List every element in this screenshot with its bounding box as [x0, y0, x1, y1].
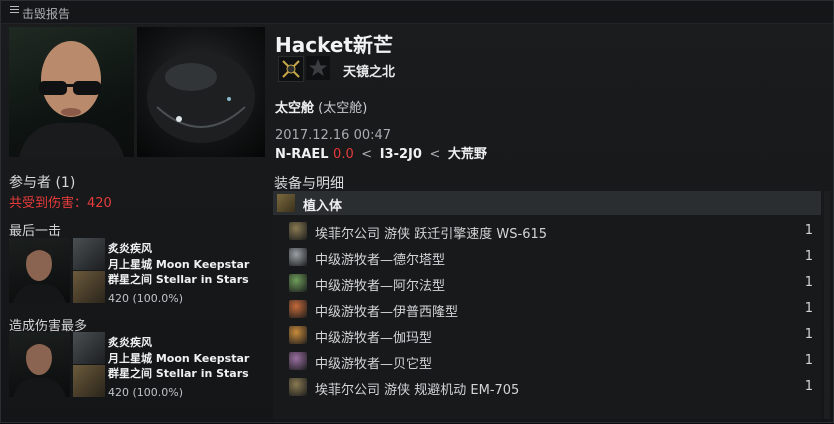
victim-name[interactable]: Hacket新芒 [275, 29, 393, 58]
fitting-item-name: 中级游牧者—德尔塔型 [315, 253, 446, 268]
kill-datetime: 2017.12.16 00:47 [275, 128, 392, 143]
ship-type: (太空舱) [318, 101, 368, 116]
fitting-item-row[interactable]: 中级游牧者—德尔塔型 1 [273, 244, 821, 270]
fitting-item-name: 中级游牧者—贝它型 [315, 357, 433, 372]
attacker-ship-icon[interactable] [73, 238, 105, 270]
fitting-item-qty: 1 [804, 379, 813, 394]
damage-taken: 共受到伤害：420 [9, 196, 112, 211]
fitting-item-row[interactable]: 埃菲尔公司 游侠 规避机动 EM-705 1 [273, 374, 821, 400]
fittings-list: 植入体 埃菲尔公司 游侠 跃迁引擎速度 WS-615 1 中级游牧者—德尔塔型 1 中级… [273, 191, 821, 419]
killmail-window: 击毁报告 Hacket新芒 天镜之北 太空舱 (太空舱) 2017.12.16 … [0, 0, 834, 423]
final-blow-label: 最后一击 [9, 224, 62, 239]
fitting-item-icon [289, 300, 307, 318]
participants-label: 参与者 (1) [9, 175, 76, 191]
fitting-item-qty: 1 [804, 353, 813, 368]
victim-ship-image[interactable] [137, 27, 265, 157]
kill-location: N-RAEL 0.0 < I3-2J0 < 大荒野 [275, 143, 487, 162]
implants-group-header[interactable]: 植入体 [273, 191, 821, 215]
fitting-item-row[interactable]: 埃菲尔公司 游侠 跃迁引擎速度 WS-615 1 [273, 218, 821, 244]
fitting-item-icon [289, 222, 307, 240]
fitting-item-name: 埃菲尔公司 游侠 规避机动 EM-705 [315, 383, 520, 398]
victim-ship[interactable]: 太空舱 (太空舱) [275, 97, 367, 116]
fitting-item-name: 埃菲尔公司 游侠 跃迁引擎速度 WS-615 [315, 227, 548, 242]
fitting-item-icon [289, 248, 307, 266]
attacker-corp[interactable]: 月上星城 Moon Keepstar [108, 350, 249, 366]
attacker-alliance[interactable]: 群星之间 Stellar in Stars [108, 271, 249, 287]
participants-panel: 参与者 (1) 共受到伤害：420 最后一击 炙炎疾风 月上星城 Moon Ke… [1, 163, 269, 424]
corporation-logo[interactable] [278, 56, 304, 82]
attacker-damage: 420 (100.0%) [108, 386, 184, 399]
attacker-alliance[interactable]: 群星之间 Stellar in Stars [108, 365, 249, 381]
implant-group-icon [277, 194, 295, 212]
attacker-name[interactable]: 炙炎疾风 [108, 240, 152, 256]
region-name[interactable]: 大荒野 [448, 147, 487, 162]
final-blow-attacker[interactable]: 炙炎疾风 月上星城 Moon Keepstar 群星之间 Stellar in … [9, 238, 267, 305]
group-label: 植入体 [303, 199, 343, 214]
constellation-name[interactable]: I3-2J0 [380, 147, 422, 162]
fitting-item-icon [289, 378, 307, 396]
fitting-item-qty: 1 [804, 327, 813, 342]
attacker-portrait[interactable] [9, 238, 70, 303]
system-name[interactable]: N-RAEL [275, 147, 329, 162]
fitting-item-row[interactable]: 中级游牧者—阿尔法型 1 [273, 270, 821, 296]
fitting-item-name: 中级游牧者—阿尔法型 [315, 279, 446, 294]
title-bar: 击毁报告 [1, 1, 833, 24]
fitting-item-row[interactable]: 中级游牧者—伊普西隆型 1 [273, 296, 821, 322]
location-separator: < [361, 147, 373, 162]
alliance-logo[interactable] [306, 56, 330, 80]
fitting-item-icon [289, 352, 307, 370]
ship-name: 太空舱 [275, 101, 315, 116]
attacker-weapon-icon[interactable] [73, 271, 105, 303]
fitting-item-row[interactable]: 中级游牧者—伽玛型 1 [273, 322, 821, 348]
top-damage-attacker[interactable]: 炙炎疾风 月上星城 Moon Keepstar 群星之间 Stellar in … [9, 332, 267, 399]
fitting-item-icon [289, 326, 307, 344]
menu-icon[interactable] [10, 6, 19, 15]
scrollbar[interactable] [824, 191, 830, 419]
fitting-item-name: 中级游牧者—伊普西隆型 [315, 305, 459, 320]
fittings-title: 装备与明细 [274, 176, 344, 192]
fitting-item-qty: 1 [804, 275, 813, 290]
fitting-item-name: 中级游牧者—伽玛型 [315, 331, 433, 346]
fitting-item-row[interactable]: 中级游牧者—贝它型 1 [273, 348, 821, 374]
attacker-weapon-icon[interactable] [73, 365, 105, 397]
attacker-corp[interactable]: 月上星城 Moon Keepstar [108, 256, 249, 272]
alliance-name[interactable]: 天镜之北 [343, 61, 395, 80]
attacker-damage: 420 (100.0%) [108, 292, 184, 305]
fitting-item-qty: 1 [804, 301, 813, 316]
window-title: 击毁报告 [22, 7, 71, 21]
attacker-name[interactable]: 炙炎疾风 [108, 334, 152, 350]
fitting-item-qty: 1 [804, 249, 813, 264]
fitting-item-qty: 1 [804, 223, 813, 238]
security-status: 0.0 [333, 147, 354, 162]
attacker-ship-icon[interactable] [73, 332, 105, 364]
location-separator: < [429, 147, 441, 162]
victim-portrait[interactable] [9, 27, 134, 157]
attacker-portrait[interactable] [9, 332, 70, 397]
fitting-item-icon [289, 274, 307, 292]
